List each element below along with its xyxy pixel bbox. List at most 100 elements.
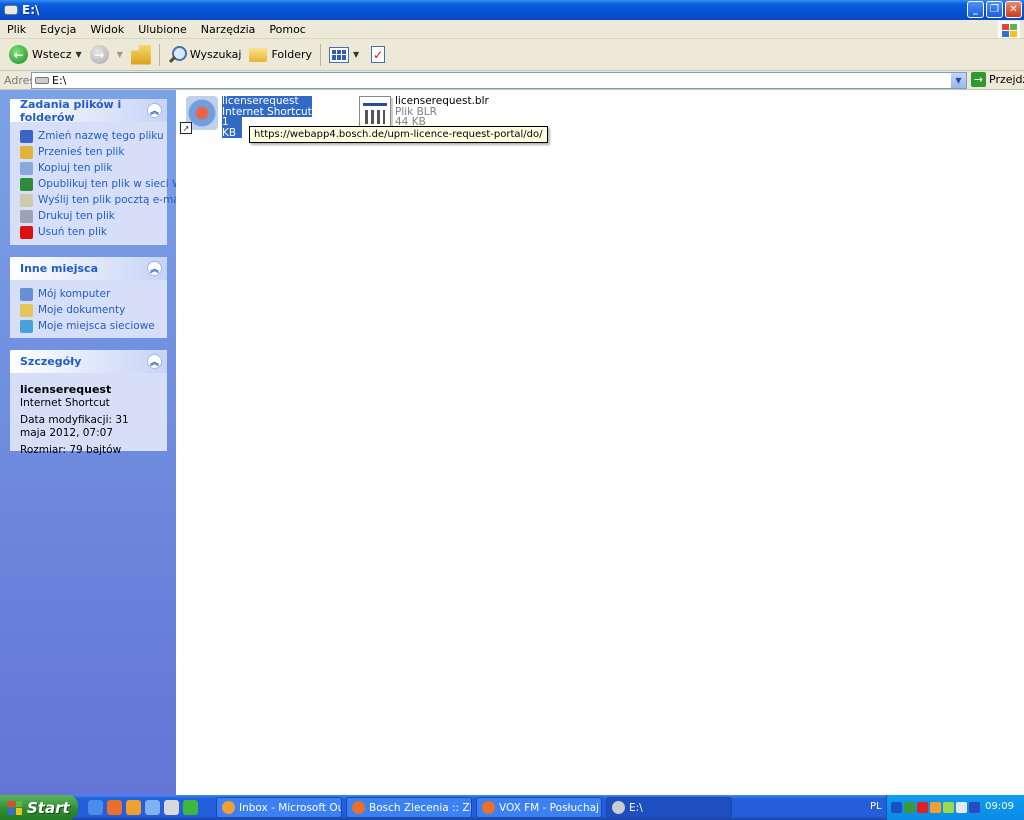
menu-bar: Plik Edycja Widok Ulubione Narzędzia Pom… [0, 20, 1024, 39]
menu-file[interactable]: Plik [0, 23, 33, 36]
search-button[interactable]: Wyszukaj [164, 42, 246, 68]
task-item-label: Kopiuj ten plik [38, 162, 113, 174]
firefox-icon[interactable] [107, 800, 122, 815]
ie-icon[interactable] [88, 800, 103, 815]
places-list: Mój komputer Moje dokumenty Moje miejsca s… [10, 280, 167, 342]
internet-shortcut-icon: ↗ [180, 96, 218, 134]
up-folder-button[interactable] [127, 42, 155, 68]
menu-help[interactable]: Pomoc [262, 23, 312, 36]
file-type: Internet Shortcut [222, 105, 312, 118]
details-modified: Data modyfikacji: 31 maja 2012, 07:07 [20, 414, 129, 439]
url-tooltip: https://webapp4.bosch.de/upm-licence-req… [249, 126, 548, 143]
move-icon [20, 145, 33, 159]
place-item-label: Moje dokumenty [38, 304, 126, 316]
task-item-rename[interactable]: Zmień nazwę tego pliku [20, 128, 164, 144]
task-buttons: Inbox - Microsoft Out... Bosch Zlecenia :… [212, 797, 732, 818]
details-body: licenserequest Internet Shortcut Data mo… [10, 373, 167, 465]
restore-button[interactable]: ❐ [986, 1, 1003, 18]
place-item-computer[interactable]: Mój komputer [20, 286, 157, 302]
task-item-label: Drukuj ten plik [38, 210, 115, 222]
go-button[interactable]: → Przejdź [971, 72, 1024, 87]
taskbar-button[interactable]: Inbox - Microsoft Out... [216, 797, 342, 818]
taskbar-button-label: Bosch Zlecenia :: Zlec... [369, 801, 471, 814]
chevron-down-icon[interactable]: ▼ [117, 50, 123, 59]
mail-icon [20, 193, 33, 207]
chevron-down-icon[interactable]: ▼ [76, 50, 82, 59]
collapse-icon[interactable]: ︽ [147, 261, 162, 276]
panel-title: Zadania plików i folderów [20, 97, 122, 124]
close-button[interactable]: ✕ [1005, 1, 1022, 18]
windows-logo-icon [8, 800, 22, 815]
network-icon[interactable] [904, 802, 915, 813]
outlook-icon[interactable] [126, 800, 141, 815]
collapse-icon[interactable]: ︽ [147, 103, 162, 118]
task-item-copy[interactable]: Kopiuj ten plik [20, 160, 157, 176]
outlook-tray-icon[interactable] [930, 802, 941, 813]
back-button[interactable]: ← Wstecz ▼ [5, 42, 86, 68]
file-name: licenserequest [222, 96, 312, 107]
system-tray: 09:09 [886, 795, 1024, 820]
start-label: Start [27, 798, 70, 817]
task-item-printer[interactable]: Drukuj ten plik [20, 208, 157, 224]
app-icon [222, 801, 235, 814]
details-file-type: Internet Shortcut [20, 397, 110, 409]
file-item-licenserequest-blr[interactable]: licenserequest.blr Plik BLR 44 KB [359, 96, 489, 130]
delete-icon [20, 225, 33, 239]
volume-icon[interactable] [943, 802, 954, 813]
collapse-icon[interactable]: ︽ [147, 354, 162, 369]
menu-favorites[interactable]: Ulubione [131, 23, 194, 36]
chevron-down-icon[interactable]: ▼ [353, 50, 359, 59]
views-icon [329, 46, 349, 63]
taskbar-button[interactable]: E:\ [606, 797, 732, 818]
folders-button[interactable]: Foldery [245, 42, 316, 68]
desktop-icon[interactable] [164, 800, 179, 815]
menu-view[interactable]: Widok [83, 23, 131, 36]
task-item-move[interactable]: Przenieś ten plik [20, 144, 157, 160]
panel-header[interactable]: Zadania plików i folderów ︽ [10, 97, 167, 124]
connection-icon[interactable] [956, 802, 967, 813]
window-controls: _ ❐ ✕ [967, 1, 1022, 18]
panel-header[interactable]: Szczegóły ︽ [10, 350, 167, 373]
place-item-documents[interactable]: Moje dokumenty [20, 302, 157, 318]
back-arrow-icon: ← [9, 45, 28, 64]
task-item-label: Wyślij ten plik pocztą e-mail [38, 194, 186, 206]
panel-title: Szczegóły [20, 355, 82, 368]
views-button[interactable]: ▼ [325, 42, 363, 68]
task-item-delete[interactable]: Usuń ten plik [20, 224, 157, 240]
checkmark-icon: ✓ [371, 46, 386, 63]
task-item-mail[interactable]: Wyślij ten plik pocztą e-mail [20, 192, 185, 208]
panel-header[interactable]: Inne miejsca ︽ [10, 257, 167, 280]
task-item-label: Usuń ten plik [38, 226, 107, 238]
place-item-network[interactable]: Moje miejsca sieciowe [20, 318, 157, 334]
start-button[interactable]: Start [0, 795, 78, 820]
forward-button[interactable]: → ▼ [86, 42, 127, 68]
file-list-area[interactable]: ↗ licenserequest Internet Shortcut 1 KB … [176, 90, 1024, 795]
toolbar-separator [158, 43, 160, 66]
printer-icon [20, 209, 33, 223]
excel-icon[interactable] [183, 800, 198, 815]
media-icon[interactable] [145, 800, 160, 815]
checklist-button[interactable]: ✓ [363, 42, 389, 68]
taskbar-button[interactable]: Bosch Zlecenia :: Zlec... [346, 797, 472, 818]
expand-tray-icon[interactable] [891, 802, 902, 813]
clock[interactable]: 09:09 [985, 801, 1014, 812]
taskbar-button[interactable]: VOX FM - Posłuchaj O... [476, 797, 602, 818]
menu-tools[interactable]: Narzędzia [194, 23, 263, 36]
address-input[interactable]: E:\ ▼ [31, 72, 967, 89]
shortcut-arrow-icon: ↗ [180, 122, 192, 134]
task-list: Zmień nazwę tego pliku Przenieś ten plik K… [10, 122, 195, 248]
quick-launch [88, 800, 198, 815]
menu-edit[interactable]: Edycja [33, 23, 83, 36]
task-item-globe[interactable]: Opublikuj ten plik w sieci Web [20, 176, 195, 192]
app-icon [612, 801, 625, 814]
antivirus-icon[interactable] [917, 802, 928, 813]
toolbar: ← Wstecz ▼ → ▼ Wyszukaj Foldery ▼ ✓ [0, 39, 1024, 71]
taskbar-button-label: E:\ [629, 801, 643, 814]
address-bar: Adres E:\ ▼ → Przejdź [0, 71, 1024, 90]
minimize-button[interactable]: _ [967, 1, 984, 18]
details-panel: Szczegóły ︽ licenserequest Internet Shor… [10, 350, 167, 456]
computer-icon [20, 287, 33, 301]
chevron-down-icon[interactable]: ▼ [951, 73, 966, 88]
display-icon[interactable] [969, 802, 980, 813]
language-indicator[interactable]: PL [870, 801, 882, 812]
